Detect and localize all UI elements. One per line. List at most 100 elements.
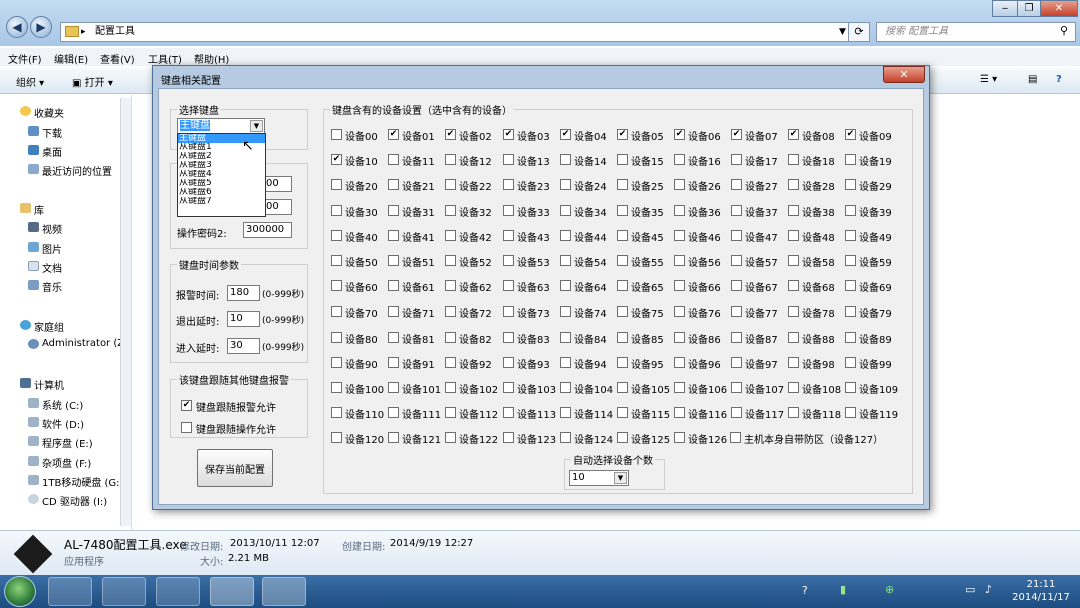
device-checkbox[interactable]	[331, 382, 342, 393]
device-checkbox[interactable]	[731, 382, 742, 393]
device-checkbox[interactable]	[617, 332, 628, 343]
device-checkbox[interactable]	[845, 357, 856, 368]
address-bar[interactable]: ▸ 配置工具 ▼	[60, 22, 868, 42]
device-checkbox[interactable]	[788, 255, 799, 266]
device-checkbox[interactable]	[388, 332, 399, 343]
device-checkbox[interactable]	[731, 407, 742, 418]
device-checkbox[interactable]	[560, 332, 571, 343]
device-checkbox[interactable]	[617, 382, 628, 393]
device-checkbox[interactable]	[788, 357, 799, 368]
keyboard-option[interactable]: 从键盘4	[178, 170, 265, 179]
device-checkbox[interactable]	[617, 179, 628, 190]
device-checkbox[interactable]	[845, 154, 856, 165]
device-checkbox[interactable]	[674, 230, 685, 241]
sidebar-item-drive-i[interactable]: CD 驱动器 (I:)	[28, 493, 107, 508]
device-checkbox[interactable]	[560, 280, 571, 291]
device-checkbox[interactable]	[674, 332, 685, 343]
device-checkbox[interactable]: ✔	[617, 129, 628, 140]
device-checkbox[interactable]	[845, 179, 856, 190]
sidebar-item-downloads[interactable]: 下载	[28, 125, 62, 140]
device-checkbox[interactable]	[331, 179, 342, 190]
device-checkbox[interactable]	[388, 432, 399, 443]
sidebar-item-recent[interactable]: 最近访问的位置	[28, 163, 112, 178]
device-checkbox[interactable]	[445, 154, 456, 165]
device-checkbox[interactable]	[674, 255, 685, 266]
device-checkbox[interactable]	[845, 255, 856, 266]
device-checkbox[interactable]	[445, 357, 456, 368]
device-checkbox[interactable]	[845, 205, 856, 216]
device-checkbox[interactable]	[788, 332, 799, 343]
organize-button[interactable]: 组织 ▾	[16, 74, 44, 89]
alarm-time-input[interactable]: 180	[227, 285, 260, 301]
exit-delay-input[interactable]: 10	[227, 311, 260, 327]
menu-help[interactable]: 帮助(H)	[194, 51, 229, 66]
device-checkbox[interactable]	[674, 205, 685, 216]
tray-network-icon[interactable]: ▭	[965, 583, 975, 596]
device-checkbox[interactable]	[331, 357, 342, 368]
device-checkbox[interactable]: ✔	[845, 129, 856, 140]
device-checkbox[interactable]	[560, 205, 571, 216]
taskbar-media-icon[interactable]	[156, 577, 200, 606]
device-checkbox[interactable]	[788, 230, 799, 241]
menu-tools[interactable]: 工具(T)	[148, 51, 182, 66]
device-checkbox[interactable]	[331, 432, 342, 443]
tray-plus-icon[interactable]: ⊕	[885, 583, 894, 596]
device-checkbox[interactable]	[560, 179, 571, 190]
start-button[interactable]	[4, 576, 36, 607]
dialog-close-button[interactable]: ✕	[883, 66, 925, 83]
sidebar-item-music[interactable]: 音乐	[28, 279, 62, 294]
keyboard-option[interactable]: 从键盘7	[178, 197, 265, 206]
device-checkbox[interactable]	[388, 280, 399, 291]
device-checkbox[interactable]	[731, 205, 742, 216]
device-checkbox[interactable]	[503, 255, 514, 266]
sidebar-item-drive-f[interactable]: 杂项盘 (F:)	[28, 455, 91, 470]
taskbar-clock[interactable]: 21:11 2014/11/17	[1005, 578, 1077, 604]
close-button[interactable]: ✕	[1040, 0, 1078, 17]
menu-view[interactable]: 查看(V)	[100, 51, 135, 66]
sidebar-item-pictures[interactable]: 图片	[28, 241, 62, 256]
device-checkbox[interactable]	[617, 407, 628, 418]
device-checkbox[interactable]	[731, 179, 742, 190]
device-checkbox[interactable]	[388, 306, 399, 317]
taskbar-app-360-icon[interactable]	[48, 577, 92, 606]
device-checkbox[interactable]	[445, 332, 456, 343]
keyboard-option[interactable]: 从键盘6	[178, 188, 265, 197]
device-checkbox[interactable]	[731, 357, 742, 368]
device-checkbox[interactable]	[560, 432, 571, 443]
back-icon[interactable]: ◀	[6, 16, 28, 38]
sidebar-item-videos[interactable]: 视频	[28, 221, 62, 236]
device-checkbox[interactable]	[503, 407, 514, 418]
device-checkbox[interactable]	[845, 382, 856, 393]
device-checkbox[interactable]	[674, 154, 685, 165]
device-checkbox[interactable]	[388, 154, 399, 165]
device-checkbox[interactable]	[503, 306, 514, 317]
device-checkbox[interactable]	[503, 179, 514, 190]
device-checkbox[interactable]	[445, 280, 456, 291]
forward-icon[interactable]: ▶	[30, 16, 52, 38]
device-checkbox[interactable]	[560, 357, 571, 368]
chevron-down-icon[interactable]: ▼	[614, 472, 627, 484]
device-checkbox-host[interactable]	[730, 432, 741, 443]
device-checkbox[interactable]	[617, 205, 628, 216]
device-checkbox[interactable]	[617, 230, 628, 241]
device-checkbox[interactable]	[731, 332, 742, 343]
device-checkbox[interactable]	[788, 280, 799, 291]
device-checkbox[interactable]	[503, 332, 514, 343]
device-checkbox[interactable]	[503, 382, 514, 393]
device-checkbox[interactable]	[560, 407, 571, 418]
device-checkbox[interactable]	[503, 230, 514, 241]
sidebar-favorites[interactable]: 收藏夹	[20, 105, 64, 120]
device-checkbox[interactable]	[560, 230, 571, 241]
preview-pane-icon[interactable]: ▤	[1028, 74, 1037, 85]
device-checkbox[interactable]	[445, 432, 456, 443]
device-checkbox[interactable]	[503, 154, 514, 165]
device-checkbox[interactable]	[560, 382, 571, 393]
device-checkbox[interactable]: ✔	[445, 129, 456, 140]
device-checkbox[interactable]: ✔	[331, 154, 342, 165]
device-checkbox[interactable]	[388, 205, 399, 216]
device-checkbox[interactable]	[788, 154, 799, 165]
tray-help-icon[interactable]: ?	[802, 584, 808, 597]
device-checkbox[interactable]	[617, 357, 628, 368]
device-checkbox[interactable]	[674, 280, 685, 291]
taskbar-config-tool-icon[interactable]	[262, 577, 306, 606]
